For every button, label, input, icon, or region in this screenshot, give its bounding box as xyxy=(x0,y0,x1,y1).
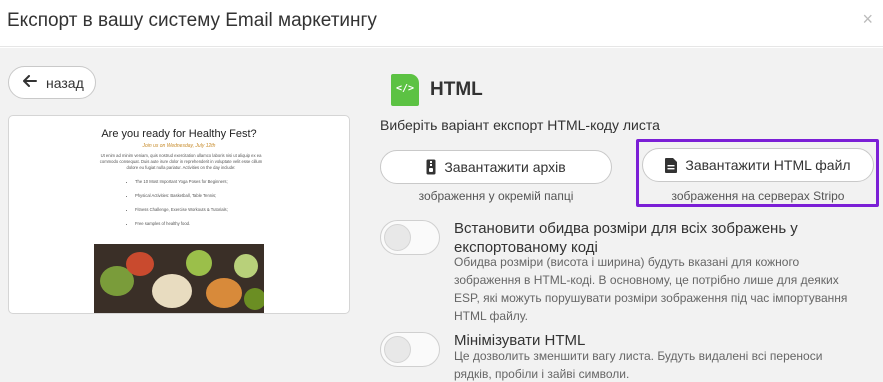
image-sizes-toggle[interactable] xyxy=(380,220,440,255)
arrow-left-icon xyxy=(23,74,37,92)
image-sizes-description: Обидва розміри (висота і ширина) будуть … xyxy=(454,255,848,323)
toggle-knob xyxy=(384,336,411,363)
download-html-button[interactable]: Завантажити HTML файл xyxy=(642,148,874,182)
export-subtitle: Виберіть варіант експорт HTML-коду листа xyxy=(380,117,660,133)
preview-list-item: Free samples of healthy food. xyxy=(135,221,235,227)
back-button[interactable]: назад xyxy=(8,66,96,99)
dialog-title: Експорт в вашу систему Email маркетингу xyxy=(7,10,377,31)
preview-heading: Are you ready for Healthy Fest? xyxy=(101,128,257,140)
preview-subheading: Join us on Wednesday, July 12th xyxy=(142,143,216,149)
preview-paragraph: Ut enim ad minim veniam, quis nostrud ex… xyxy=(99,153,263,170)
preview-food-image xyxy=(94,244,264,313)
back-button-label: назад xyxy=(46,74,84,91)
zip-archive-icon xyxy=(426,159,436,175)
html-code-glyph: </> xyxy=(395,83,415,94)
toggle-knob xyxy=(384,224,411,251)
download-html-label: Завантажити HTML файл xyxy=(685,157,851,173)
minify-html-toggle[interactable] xyxy=(380,332,440,367)
archive-caption: зображення у окремій папці xyxy=(418,189,574,203)
image-sizes-title: Встановити обидва розміри для всіх зобра… xyxy=(454,220,798,256)
html-file-icon: </> xyxy=(391,74,419,106)
preview-list-item: Fitness Challenge, Exercise Workouts & T… xyxy=(135,207,235,213)
close-icon[interactable]: × xyxy=(862,10,873,28)
email-preview: Are you ready for Healthy Fest? Join us … xyxy=(8,115,350,314)
download-archive-label: Завантажити архів xyxy=(444,159,566,175)
document-icon xyxy=(665,157,678,173)
download-archive-button[interactable]: Завантажити архів xyxy=(380,150,612,184)
html-caption: зображення на серверах Stripo xyxy=(671,189,845,203)
preview-list-item: The 10 Most Important Yoga Poses for Beg… xyxy=(135,179,235,185)
dialog-header: Експорт в вашу систему Email маркетингу … xyxy=(0,0,883,47)
minify-html-description: Це дозволить зменшити вагу листа. Будуть… xyxy=(454,349,823,381)
preview-list: The 10 Most Important Yoga Poses for Beg… xyxy=(135,179,235,235)
preview-list-item: Physical Activities: Basketball, Table T… xyxy=(135,193,235,199)
format-label: HTML xyxy=(430,79,483,100)
